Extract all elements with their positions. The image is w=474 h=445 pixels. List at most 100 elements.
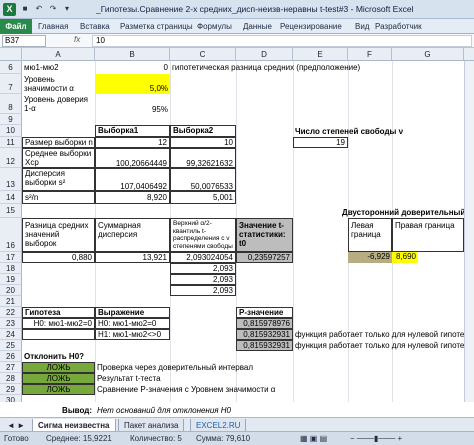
cell-d22[interactable]: P-значение [236, 307, 293, 318]
row-header[interactable]: 15 [0, 204, 22, 218]
cell-e11[interactable]: 19 [293, 137, 348, 148]
cell-a8[interactable]: Уровень доверия 1-α [22, 95, 95, 114]
cell-e24[interactable]: функция работает только для нулевой гипо… [293, 330, 474, 339]
tab-formulas[interactable]: Формулы [197, 21, 232, 32]
cell-c20[interactable]: 2,093 [170, 285, 236, 296]
cell-a26[interactable]: Отклонить H0? [22, 352, 86, 361]
row-header[interactable]: 29 [0, 384, 22, 395]
column-header-g[interactable]: G [392, 48, 464, 61]
column-header-f[interactable]: F [348, 48, 392, 61]
row-header[interactable]: 9 [0, 114, 22, 125]
row-header[interactable]: 8 [0, 94, 22, 114]
cell-d16[interactable]: Значение t-статистики: t0 [236, 218, 293, 252]
row-header[interactable]: 20 [0, 285, 22, 296]
cell-a16[interactable]: Разница средних значений выборок [22, 218, 95, 252]
row-header[interactable]: 14 [0, 191, 22, 204]
cell-c17[interactable]: 2,093024054 [170, 252, 236, 263]
cell-a6[interactable]: мю1-мю2 [22, 63, 61, 72]
tab-page-layout[interactable]: Разметка страницы [120, 21, 193, 32]
column-header-a[interactable]: A [22, 48, 95, 61]
cell-b6[interactable]: 0 [95, 63, 170, 72]
cell-e10[interactable]: Число степеней свободы ν [293, 127, 405, 136]
cell-c18[interactable]: 2,093 [170, 263, 236, 274]
row-header[interactable]: 10 [0, 125, 22, 137]
cell-b7[interactable]: 5,0% [95, 74, 170, 94]
tab-developer[interactable]: Разработчик [375, 21, 422, 32]
cell-a27[interactable]: ЛОЖЬ [22, 362, 95, 373]
row-header[interactable]: 25 [0, 340, 22, 351]
cell-d23[interactable]: 0,815978976 [236, 318, 293, 329]
cell-a23[interactable]: H0: мю1-мю2=0 [22, 318, 95, 329]
column-header-e[interactable]: E [293, 48, 348, 61]
cell-b8[interactable]: 95% [95, 95, 170, 114]
cell-d25[interactable]: 0,815932931 [236, 340, 293, 351]
cell-b29[interactable]: Сравнение P-значения с Уровнем значимост… [95, 385, 277, 394]
cell-c19[interactable]: 2,093 [170, 274, 236, 285]
cell-a22[interactable]: Гипотеза [22, 307, 95, 318]
tab-home[interactable]: Главная [38, 21, 68, 32]
row-header[interactable]: 28 [0, 373, 22, 384]
cell-b17[interactable]: 13,921 [95, 252, 170, 263]
customize-toolbar-icon[interactable]: ▾ [62, 4, 72, 14]
cell-b10[interactable]: Выборка1 [95, 125, 170, 137]
cell-g17[interactable]: 8,690 [392, 252, 418, 263]
cell-a17[interactable]: 0,880 [22, 252, 95, 263]
cell-f15[interactable]: Двусторонний доверительный [340, 208, 467, 217]
cell-c10[interactable]: Выборка2 [170, 125, 236, 137]
cell-a15[interactable]: s²/n [22, 191, 95, 204]
cell-a28[interactable]: ЛОЖЬ [22, 373, 95, 384]
row-header[interactable]: 30 [0, 395, 22, 402]
cell-a31[interactable]: Вывод: [22, 406, 94, 415]
row-header[interactable]: 26 [0, 351, 22, 362]
cell-b24[interactable]: H1: мю1-мю2<>0 [95, 329, 170, 340]
cell-b23[interactable]: H0: мю1-мю2=0 [95, 318, 170, 329]
cell-b27[interactable]: Проверка через доверительный интервал [95, 363, 255, 372]
row-header[interactable]: 24 [0, 329, 22, 340]
row-header[interactable]: 12 [0, 148, 22, 168]
cell-f16[interactable]: Левая граница [348, 218, 392, 252]
cell-b11[interactable]: 12 [95, 137, 170, 148]
cell-g16[interactable]: Правая граница [392, 218, 464, 252]
row-header[interactable]: 27 [0, 362, 22, 373]
cell-f17[interactable]: -6,929 [348, 252, 392, 263]
cell-c15[interactable]: 5,001 [170, 191, 236, 204]
cell-b12[interactable]: 100,20664449 [95, 148, 170, 168]
tab-review[interactable]: Рецензирование [280, 21, 342, 32]
row-header[interactable]: 13 [0, 168, 22, 191]
cell-b16[interactable]: Суммарная дисперсия [95, 218, 170, 252]
view-buttons-icon[interactable]: ▦ ▣ ▤ [300, 434, 327, 443]
cell-a7[interactable]: Уровень значимости α [22, 75, 95, 94]
function-icon[interactable]: fx [74, 35, 80, 44]
tab-insert[interactable]: Вставка [80, 21, 110, 32]
row-header[interactable]: 11 [0, 137, 22, 148]
cell-a24[interactable] [22, 329, 95, 340]
column-header-d[interactable]: D [236, 48, 293, 61]
cell-b22[interactable]: Выражение [95, 307, 170, 318]
cell-d24[interactable]: 0,815932931 [236, 329, 293, 340]
zoom-slider[interactable]: − ───▮─── + [350, 434, 402, 443]
cell-a13[interactable]: Дисперсия выборки s² [22, 168, 95, 191]
row-header[interactable]: 23 [0, 318, 22, 329]
row-header[interactable]: 7 [0, 74, 22, 94]
cell-b31[interactable]: Нет оснований для отклонения H0 [95, 406, 233, 415]
name-box[interactable]: B37 [2, 35, 46, 47]
cell-b28[interactable]: Результат t-теста [95, 374, 163, 383]
column-header-b[interactable]: B [95, 48, 170, 61]
row-header[interactable]: 19 [0, 274, 22, 285]
cell-c13[interactable]: 50,0076533 [170, 168, 236, 191]
tab-data[interactable]: Данные [243, 21, 272, 32]
cell-b15[interactable]: 8,920 [95, 191, 170, 204]
cell-c11[interactable]: 10 [170, 137, 236, 148]
tab-view[interactable]: Вид [355, 21, 369, 32]
cell-c16[interactable]: Верхний α/2-квантиль t-распределения с ν… [170, 218, 236, 252]
tab-file[interactable]: Файл [0, 19, 32, 34]
row-header[interactable]: 22 [0, 307, 22, 318]
row-header[interactable]: 16 [0, 218, 22, 252]
cell-d17[interactable]: 0,23597257 [236, 252, 293, 263]
vertical-scrollbar[interactable] [464, 61, 474, 402]
row-header[interactable]: 21 [0, 296, 22, 307]
cell-a11[interactable]: Размер выборки n [22, 137, 95, 148]
save-icon[interactable]: ■ [20, 4, 30, 14]
cell-c12[interactable]: 99,32621632 [170, 148, 236, 168]
row-header[interactable]: 18 [0, 263, 22, 274]
